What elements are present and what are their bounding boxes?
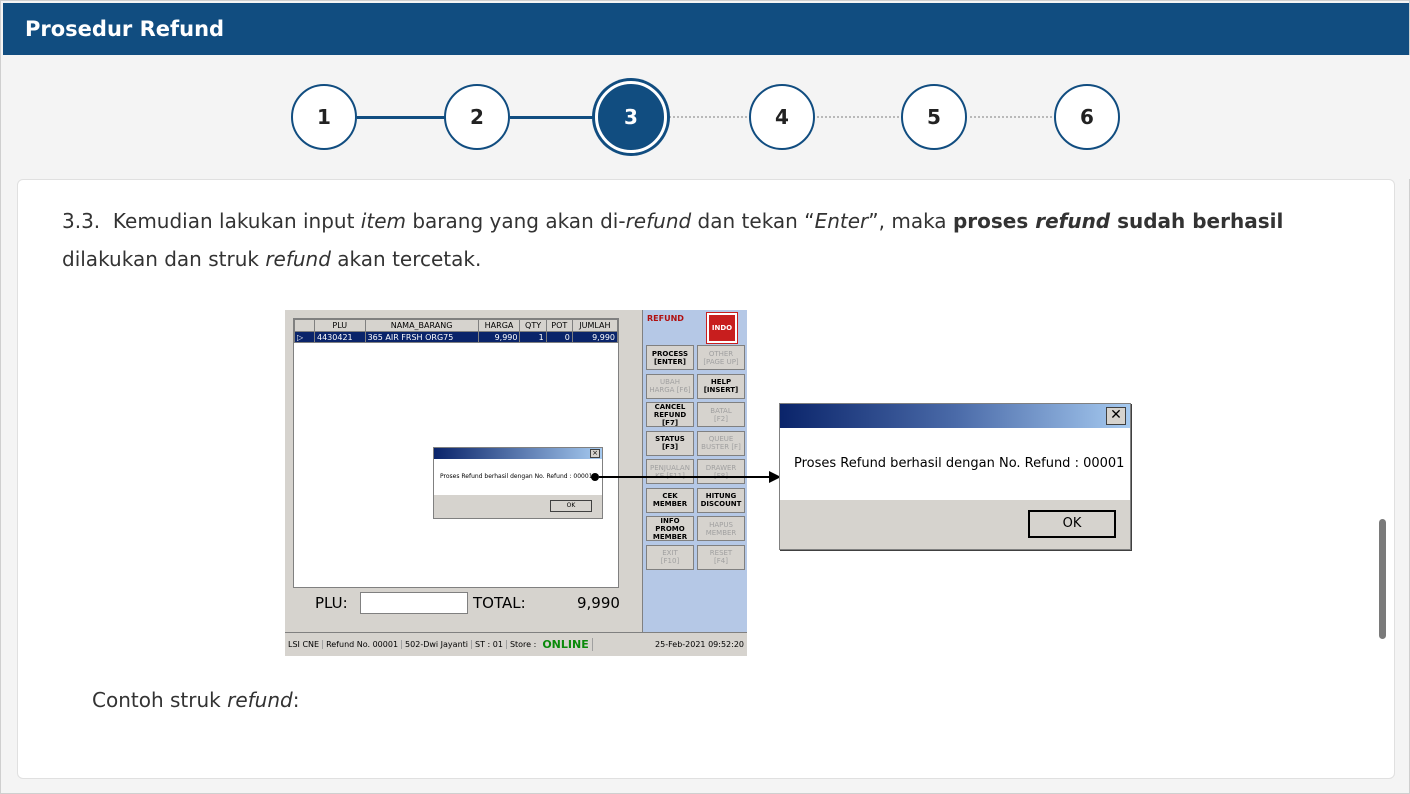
pos-function-button[interactable]: QUEUE BUSTER [F] <box>697 430 745 456</box>
stepper: 1 2 3 4 5 6 <box>1 55 1410 179</box>
pos-function-button[interactable]: STATUS [F3] <box>646 430 694 456</box>
grid-header: NAMA_BARANG <box>364 319 479 332</box>
pos-function-button[interactable]: INFO PROMO MEMBER <box>646 516 694 541</box>
pos-function-button[interactable]: HITUNG DISCOUNT <box>697 487 745 513</box>
row-cell: ▷ <box>294 331 315 343</box>
scrollbar-thumb[interactable] <box>1379 519 1386 639</box>
mini-dialog-message: Proses Refund berhasil dengan No. Refund… <box>434 459 602 495</box>
row-cell: 9,990 <box>571 331 619 343</box>
grid-header: PLU <box>314 319 366 332</box>
pos-function-button[interactable]: BATAL [F2] <box>697 402 745 427</box>
pos-screenshot: PLU NAMA_BARANG HARGA QTY POT JUMLAH ▷ 4… <box>285 310 747 656</box>
step-connector-pending <box>817 116 903 118</box>
pos-function-button[interactable]: HAPUS MEMBER <box>697 516 745 541</box>
row-cell: 365 AIR FRSH ORG75 <box>364 331 479 343</box>
row-cell: 0 <box>545 331 573 343</box>
pos-function-button[interactable]: EXIT [F10] <box>646 544 694 570</box>
pos-function-button[interactable]: OTHER [PAGE UP] <box>697 345 745 370</box>
dialog-titlebar: ✕ <box>780 404 1130 428</box>
mini-dialog-titlebar: × <box>434 448 602 459</box>
store-logo: INDO <box>706 312 738 344</box>
instruction-paragraph: 3.3. Kemudian lakukan input item barang … <box>62 209 1284 271</box>
callout-arrow <box>599 476 771 478</box>
status-bar: LSI CNE Refund No. 00001 502-Dwi Jayanti… <box>285 632 747 656</box>
row-cell: 9,990 <box>477 331 521 343</box>
grid-header: POT <box>545 319 573 332</box>
step-4[interactable]: 4 <box>749 84 815 150</box>
grid-header: HARGA <box>477 319 521 332</box>
pos-function-button[interactable]: RESET [F4] <box>697 544 745 570</box>
pos-function-button[interactable]: HELP [INSERT] <box>697 373 745 399</box>
arrow-origin <box>591 473 599 481</box>
step-connector-pending <box>970 116 1056 118</box>
step-3-active[interactable]: 3 <box>595 81 667 153</box>
step-connector-pending <box>665 116 751 118</box>
step-6[interactable]: 6 <box>1054 84 1120 150</box>
step-1[interactable]: 1 <box>291 84 357 150</box>
pos-function-button[interactable]: UBAH HARGA [F6] <box>646 373 694 399</box>
step-connector-done <box>510 116 598 119</box>
status-datetime: 25-Feb-2021 09:52:20 <box>655 640 744 649</box>
success-dialog: ✕ Proses Refund berhasil dengan No. Refu… <box>779 403 1131 550</box>
pos-function-button[interactable]: PROCESS [ENTER] <box>646 345 694 370</box>
status-refund-no: Refund No. 00001 <box>323 640 403 649</box>
plu-label: PLU: <box>315 594 348 612</box>
step-connector-done <box>357 116 445 119</box>
status-lsi: LSI CNE <box>285 640 324 649</box>
pos-function-button[interactable]: CANCEL REFUND [F7] <box>646 402 694 427</box>
mini-ok-button[interactable]: OK <box>550 500 592 512</box>
grid-header: JUMLAH <box>571 319 619 332</box>
mini-dialog: × Proses Refund berhasil dengan No. Refu… <box>433 447 603 519</box>
header-bar: Prosedur Refund <box>3 3 1409 55</box>
status-cashier: 502-Dwi Jayanti <box>402 640 472 649</box>
pos-function-button[interactable]: DRAWER[F8] <box>697 459 745 484</box>
grid-header: QTY <box>519 319 547 332</box>
pos-function-button[interactable]: CEK MEMBER <box>646 487 694 513</box>
total-value: 9,990 <box>577 594 620 612</box>
ok-button[interactable]: OK <box>1028 510 1116 538</box>
page-frame: Prosedur Refund 1 2 3 4 5 6 3.3. Kemudia… <box>0 0 1410 794</box>
total-label: TOTAL: <box>473 594 526 612</box>
panel-title: REFUND <box>647 314 684 323</box>
status-online: ONLINE <box>539 638 593 651</box>
status-store: Store : <box>509 640 537 649</box>
page-title: Prosedur Refund <box>25 17 225 41</box>
row-cell: 4430421 <box>314 331 366 343</box>
row-cell: 1 <box>519 331 547 343</box>
table-row[interactable]: ▷ 4430421 365 AIR FRSH ORG75 9,990 1 0 9… <box>294 331 619 343</box>
step-2[interactable]: 2 <box>444 84 510 150</box>
grid-header <box>294 319 315 332</box>
close-icon[interactable]: ✕ <box>1106 407 1126 425</box>
close-icon[interactable]: × <box>590 449 600 458</box>
status-station: ST : 01 <box>472 640 507 649</box>
step-5[interactable]: 5 <box>901 84 967 150</box>
plu-input[interactable] <box>360 592 468 614</box>
pos-function-button[interactable]: PENJUALANKE [F11] <box>646 459 694 484</box>
dialog-message: Proses Refund berhasil dengan No. Refund… <box>780 428 1130 500</box>
function-panel: REFUND INDO PROCESS [ENTER] OTHER [PAGE UP]… <box>642 310 747 632</box>
receipt-caption: Contoh struk refund: <box>92 688 300 712</box>
